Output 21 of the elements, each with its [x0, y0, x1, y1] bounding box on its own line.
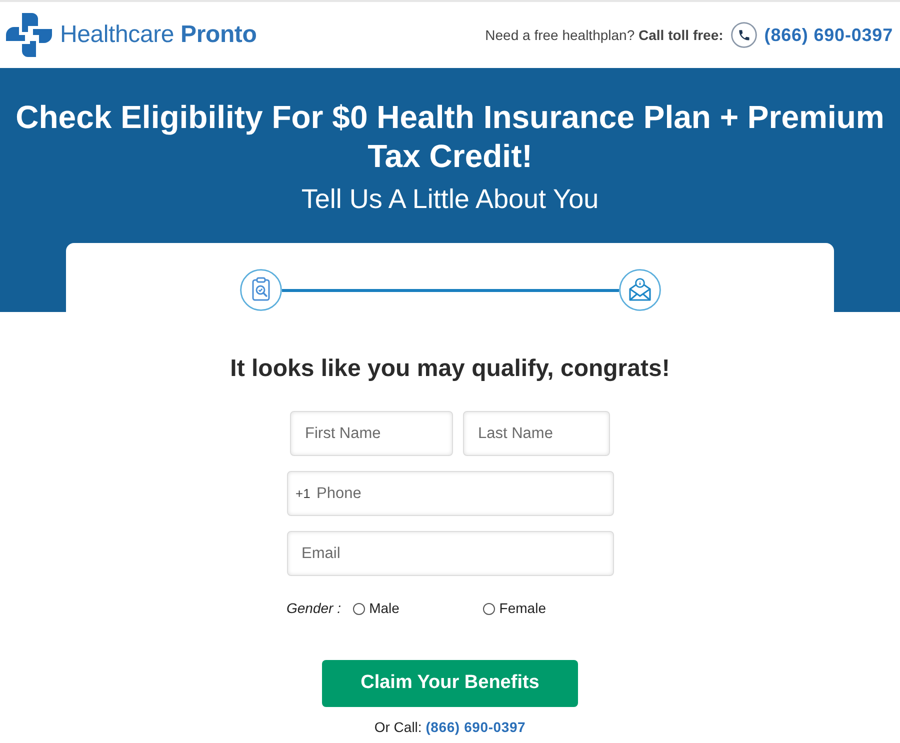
input-field[interactable]: Last Name	[463, 411, 610, 456]
phone-link[interactable]: (866) 690-0397	[426, 719, 526, 735]
call-prompt-text: Need a free healthplan? Call toll free:	[485, 26, 724, 45]
clipboard-search-icon	[240, 269, 282, 311]
radio-button[interactable]	[483, 602, 496, 614]
form-heading: It looks like you may qualify, congrats!	[229, 354, 671, 384]
call-text: Or Call: (866) 690-0397	[373, 718, 527, 737]
input-field[interactable]: First Name	[290, 411, 453, 456]
input-field[interactable]: Email	[286, 531, 614, 576]
logo-text[interactable]: Healthcare Pronto	[60, 17, 257, 53]
country-code: +1	[296, 486, 310, 501]
radio-button[interactable]	[353, 602, 366, 614]
radio-label[interactable]: Female	[499, 598, 546, 619]
claim-benefits-button[interactable]: Claim Your Benefits	[322, 660, 578, 707]
phone-icon	[731, 22, 758, 48]
gender-label: Gender :	[286, 599, 342, 618]
logo-icon	[6, 13, 52, 57]
hero-subtitle: Tell Us A Little About You	[300, 184, 600, 214]
radio-label[interactable]: Male	[369, 598, 400, 619]
hero-title: Check Eligibility For $0 Health Insurance Plan + Premium Tax Credit!	[14, 98, 886, 176]
phone-link[interactable]: (866) 690-0397	[764, 22, 893, 48]
